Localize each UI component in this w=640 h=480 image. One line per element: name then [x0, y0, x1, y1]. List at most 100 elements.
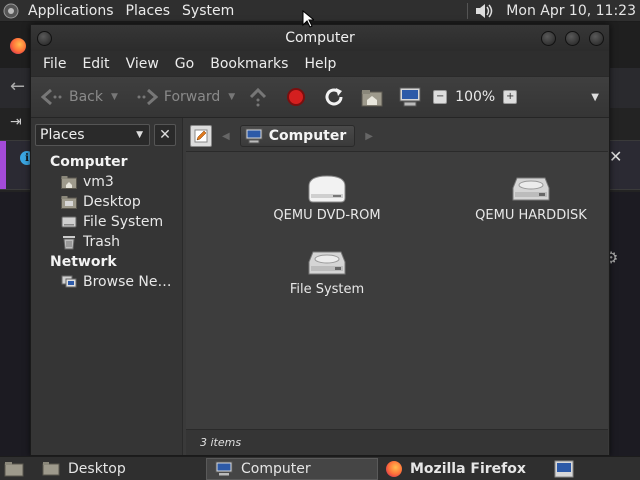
mouse-cursor-icon [302, 10, 314, 28]
sidebar-item-desktop[interactable]: Desktop [31, 192, 182, 212]
sidebar-item-label: Browse Net… [83, 274, 173, 290]
harddisk-icon [305, 244, 349, 278]
desktop-folder-icon [61, 194, 77, 210]
file-item-file-system[interactable]: File System [252, 244, 402, 297]
item-count: 3 items [200, 436, 242, 449]
back-label: Back [69, 89, 103, 105]
menu-edit[interactable]: Edit [74, 56, 117, 72]
zoom-level[interactable]: 100% [455, 89, 495, 105]
home-folder-icon [61, 174, 77, 190]
sidebar-item-file-system[interactable]: File System [31, 212, 182, 232]
reload-icon [323, 86, 345, 108]
forward-button[interactable]: Forward ▼ [136, 82, 235, 112]
workspace-switcher-icon[interactable] [554, 460, 574, 478]
sidebar-type-select[interactable]: Places ▼ [35, 124, 150, 146]
sidebar-header: Places ▼ ✕ [35, 124, 178, 146]
sidebar: Places ▼ ✕ Computer vm3 Desktop File Sys… [31, 118, 183, 455]
forward-history-dropdown[interactable]: ▼ [228, 92, 235, 102]
panel-separator [467, 2, 469, 19]
folder-icon [42, 461, 60, 476]
chevron-down-icon: ▼ [136, 130, 143, 140]
file-label: File System [289, 282, 365, 297]
zoom-control: − 100% + [433, 89, 518, 105]
trash-icon [61, 234, 77, 250]
taskbar-label: Computer [241, 460, 311, 477]
sidebar-item-trash[interactable]: Trash [31, 232, 182, 252]
computer-button[interactable] [395, 82, 425, 112]
optical-drive-icon [305, 170, 349, 204]
maximize-button[interactable] [565, 31, 580, 46]
sidebar-item-label: Desktop [83, 194, 141, 210]
applications-menu[interactable]: Applications [22, 0, 120, 22]
up-arrow-icon [248, 87, 268, 107]
firefox-accent-stripe [0, 141, 6, 189]
gnome-foot-icon[interactable] [0, 0, 22, 22]
file-label: QEMU DVD-ROM [273, 208, 381, 223]
stop-icon [287, 88, 306, 106]
show-desktop-icon[interactable] [4, 461, 24, 477]
path-right-arrow-icon[interactable]: ▶ [365, 131, 373, 142]
sidebar-section-network: Network [50, 254, 117, 270]
computer-icon [245, 128, 263, 144]
system-menu[interactable]: System [176, 0, 240, 22]
sidebar-item-browse-network[interactable]: Browse Net… [31, 272, 182, 292]
zoom-out-button[interactable]: − [433, 90, 448, 104]
taskbar-item-firefox[interactable]: Mozilla Firefox [378, 458, 550, 480]
computer-icon [399, 87, 421, 107]
sidebar-item-label: File System [83, 214, 164, 230]
taskbar-label: Mozilla Firefox [410, 460, 526, 477]
file-label: QEMU HARDDISK [475, 208, 587, 223]
menu-bookmarks[interactable]: Bookmarks [202, 56, 296, 72]
back-history-dropdown[interactable]: ▼ [111, 92, 118, 102]
window-title: Computer [285, 30, 355, 46]
firefox-tab-icon [10, 38, 26, 54]
window-titlebar[interactable]: Computer [31, 25, 609, 51]
harddisk-icon [509, 170, 553, 204]
menu-bar: File Edit View Go Bookmarks Help [31, 51, 609, 76]
taskbar-item-desktop[interactable]: Desktop [34, 458, 206, 480]
menu-help[interactable]: Help [296, 56, 344, 72]
pencil-icon [194, 129, 208, 143]
volume-icon[interactable] [474, 2, 494, 20]
home-button[interactable] [357, 82, 387, 112]
file-item-harddisk[interactable]: QEMU HARDDISK [456, 170, 606, 223]
file-manager-window: Computer File Edit View Go Bookmarks Hel… [30, 24, 610, 456]
close-button[interactable] [589, 31, 604, 46]
menu-go[interactable]: Go [167, 56, 202, 72]
menu-file[interactable]: File [35, 56, 74, 72]
forward-arrow-icon [136, 88, 158, 106]
computer-icon [215, 461, 233, 476]
network-icon [61, 274, 77, 290]
window-menu-button[interactable] [37, 31, 52, 46]
location-bar: ◀ Computer ▶ [186, 121, 608, 151]
status-bar: 3 items [186, 429, 608, 455]
forward-label: Forward [163, 89, 221, 105]
edit-location-button[interactable] [190, 125, 212, 147]
taskbar-item-computer[interactable]: Computer [206, 457, 378, 480]
clock[interactable]: Mon Apr 10, 11:23 [498, 3, 640, 19]
file-item-dvd-rom[interactable]: QEMU DVD-ROM [252, 170, 402, 223]
sidebar-section-computer: Computer [50, 154, 128, 170]
zoom-in-button[interactable]: + [503, 90, 518, 104]
back-button[interactable]: Back ▼ [41, 82, 118, 112]
close-sidebar-button[interactable]: ✕ [154, 124, 176, 146]
menu-view[interactable]: View [118, 56, 167, 72]
firefox-icon [386, 460, 402, 477]
path-left-arrow-icon[interactable]: ◀ [222, 131, 230, 142]
reload-button[interactable] [319, 82, 349, 112]
breadcrumb-computer[interactable]: Computer [239, 125, 356, 147]
taskbar-label: Desktop [68, 460, 126, 477]
places-menu[interactable]: Places [120, 0, 177, 22]
sidebar-item-label: Trash [83, 234, 120, 250]
firefox-sidebar-icon: ⇥ [10, 114, 22, 130]
stop-button[interactable] [281, 82, 311, 112]
close-notification-icon[interactable]: ✕ [609, 147, 622, 166]
up-button[interactable] [243, 82, 273, 112]
sidebar-item-label: vm3 [83, 174, 114, 190]
toolbar-overflow-arrow-icon[interactable]: ▼ [591, 92, 599, 103]
breadcrumb-label: Computer [268, 128, 347, 144]
minimize-button[interactable] [541, 31, 556, 46]
sidebar-item-vm3[interactable]: vm3 [31, 172, 182, 192]
drive-icon [61, 214, 77, 230]
sidebar-type-label: Places [40, 127, 85, 143]
